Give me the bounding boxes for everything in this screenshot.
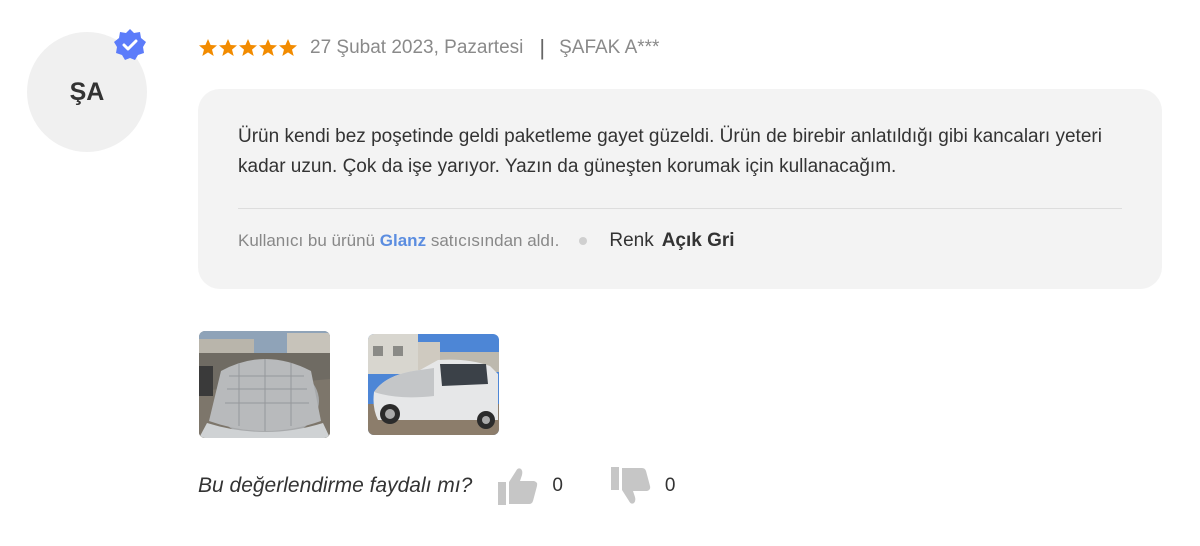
helpful-question: Bu değerlendirme faydalı mı? xyxy=(198,474,473,497)
like-count: 0 xyxy=(552,475,563,496)
attribute-key: Renk xyxy=(609,230,654,251)
star-icon xyxy=(279,39,297,56)
review-info: Kullanıcı bu ürünü Glanz satıcısından al… xyxy=(238,228,735,254)
dot-separator xyxy=(579,237,588,245)
review-bubble: Ürün kendi bez poşetinde geldi paketleme… xyxy=(198,89,1162,289)
dislike-button[interactable]: 0 xyxy=(610,467,676,505)
like-button[interactable]: 0 xyxy=(498,467,563,505)
review-author: ŞAFAK A*** xyxy=(559,37,660,58)
helpful-section: Bu değerlendirme faydalı mı? 0 0 xyxy=(198,466,675,506)
meta-separator: | xyxy=(539,35,546,60)
seller-prefix: Kullanıcı bu ürünü xyxy=(238,231,376,250)
star-icon xyxy=(259,39,277,56)
seller-info: Kullanıcı bu ürünü Glanz satıcısından al… xyxy=(238,231,559,251)
seller-link[interactable]: Glanz xyxy=(380,231,426,250)
thumbs-down-icon xyxy=(610,467,651,504)
thumbs-up-icon xyxy=(498,468,538,505)
review-text: Ürün kendi bez poşetinde geldi paketleme… xyxy=(238,126,1102,177)
star-rating xyxy=(198,38,298,58)
seller-suffix: satıcısından aldı. xyxy=(430,231,560,250)
review-date: 27 Şubat 2023, Pazartesi xyxy=(310,37,524,58)
divider xyxy=(238,208,1122,209)
review-meta: 27 Şubat 2023, Pazartesi | ŞAFAK A*** xyxy=(198,34,659,62)
attribute-value: Açık Gri xyxy=(661,230,735,251)
verified-badge-icon xyxy=(113,28,147,62)
review-photo-2[interactable] xyxy=(368,334,499,435)
star-icon xyxy=(199,39,217,56)
dislike-count: 0 xyxy=(664,475,676,496)
star-icon xyxy=(219,39,237,56)
avatar-initials: ŞA xyxy=(69,77,105,106)
review-photo-1[interactable] xyxy=(199,331,330,438)
star-icon xyxy=(239,39,257,56)
